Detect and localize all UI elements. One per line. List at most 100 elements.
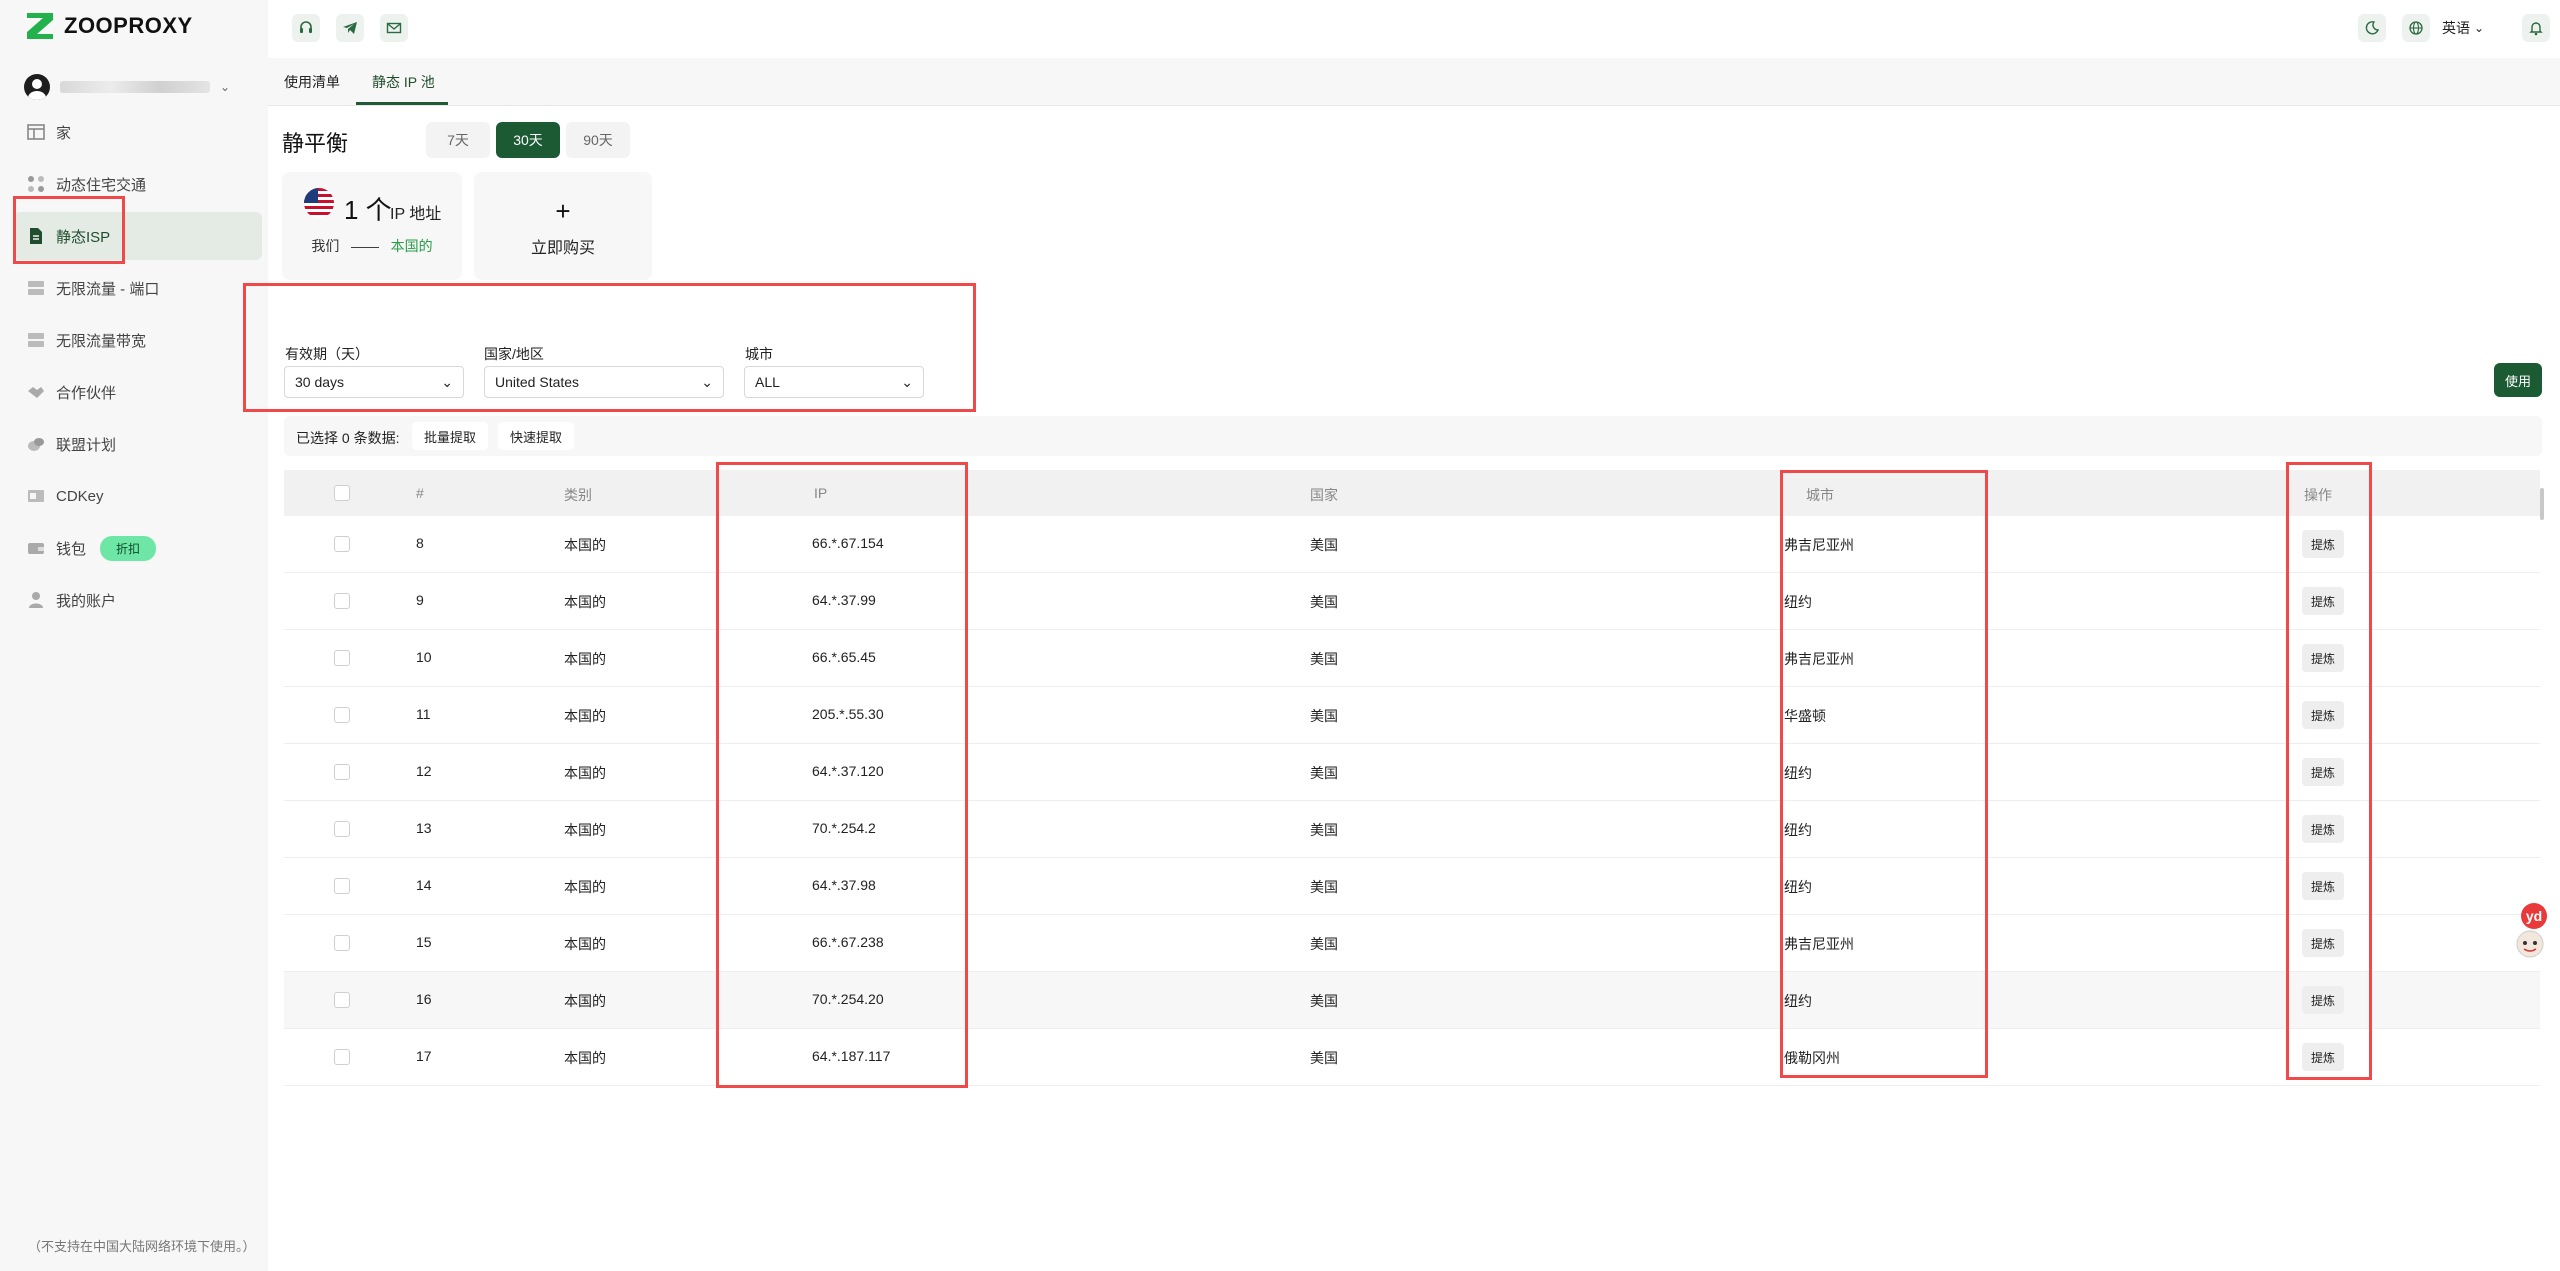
- row-type: 本国的: [564, 822, 606, 838]
- row-number: 12: [416, 763, 432, 779]
- row-country: 美国: [1310, 651, 1338, 667]
- sidebar-item-unlimited-port[interactable]: 无限流量 - 端口: [14, 264, 262, 312]
- language-icon-button[interactable]: [2402, 14, 2430, 42]
- row-country: 美国: [1310, 765, 1338, 781]
- logo[interactable]: ZOOPROXY: [24, 10, 193, 42]
- period-30-days-button[interactable]: 30天: [496, 122, 560, 158]
- sidebar-item-label: 家: [56, 124, 72, 142]
- sidebar-item-affiliate[interactable]: 联盟计划: [14, 420, 262, 468]
- ip-unit: IP 地址: [390, 206, 442, 223]
- row-checkbox[interactable]: [334, 935, 350, 951]
- active-tab-indicator: [356, 102, 448, 105]
- theme-toggle-button[interactable]: [2358, 14, 2386, 42]
- quick-extract-button[interactable]: 快速提取: [498, 422, 575, 450]
- handshake-icon: [26, 382, 46, 402]
- us-flag-icon: [304, 188, 334, 218]
- table-row[interactable]: 11 本国的 205.*.55.30 美国 华盛顿 提炼: [284, 687, 2540, 744]
- buy-now-card[interactable]: + 立即购买: [474, 172, 652, 280]
- table-row[interactable]: 12 本国的 64.*.37.120 美国 纽约 提炼: [284, 744, 2540, 801]
- sidebar-item-wallet[interactable]: 钱包 折扣: [14, 524, 262, 572]
- batch-extract-button[interactable]: 批量提取: [412, 422, 489, 450]
- assistant-mascot-icon[interactable]: yd: [2510, 902, 2550, 960]
- validity-select[interactable]: 30 days ⌄: [284, 366, 464, 398]
- row-type: 本国的: [564, 1050, 606, 1066]
- row-country: 美国: [1310, 822, 1338, 838]
- notifications-button[interactable]: [2522, 14, 2550, 42]
- user-name-redacted: [60, 81, 210, 93]
- row-checkbox[interactable]: [334, 992, 350, 1008]
- city-select[interactable]: ALL ⌄: [744, 366, 924, 398]
- country-value: United States: [495, 374, 580, 390]
- tab-usage-list[interactable]: 使用清单: [284, 72, 340, 92]
- table-row[interactable]: 9 本国的 64.*.37.99 美国 纽约 提炼: [284, 573, 2540, 630]
- table-row[interactable]: 10 本国的 66.*.65.45 美国 弗吉尼亚州 提炼: [284, 630, 2540, 687]
- language-selector[interactable]: 英语 ⌄: [2442, 18, 2484, 38]
- row-country: 美国: [1310, 879, 1338, 895]
- sidebar-item-cdkey[interactable]: CDKey: [14, 472, 262, 520]
- select-all-checkbox[interactable]: [334, 485, 350, 501]
- tab-static-ip-pool[interactable]: 静态 IP 池: [372, 72, 435, 92]
- table-row[interactable]: 8 本国的 66.*.67.154 美国 弗吉尼亚州 提炼: [284, 516, 2540, 573]
- bell-icon: [2529, 22, 2543, 36]
- language-label: 英语: [2442, 20, 2470, 36]
- sidebar-item-label: 联盟计划: [56, 436, 117, 454]
- row-checkbox[interactable]: [334, 650, 350, 666]
- coins-icon: [26, 434, 46, 454]
- row-checkbox[interactable]: [334, 764, 350, 780]
- support-button[interactable]: [292, 14, 320, 42]
- nodes-icon: [26, 174, 46, 194]
- sidebar-item-partners[interactable]: 合作伙伴: [14, 368, 262, 416]
- table-row[interactable]: 13 本国的 70.*.254.2 美国 纽约 提炼: [284, 801, 2540, 858]
- sidebar-item-label: 合作伙伴: [56, 384, 117, 402]
- period-90-days-button[interactable]: 90天: [566, 122, 630, 158]
- row-checkbox[interactable]: [334, 707, 350, 723]
- use-button[interactable]: 使用: [2494, 363, 2542, 397]
- scrollbar[interactable]: [2540, 488, 2544, 520]
- brand-name: ZOOPROXY: [64, 13, 193, 38]
- tab-bar: 使用清单 静态 IP 池: [268, 58, 2560, 106]
- period-7-days-button[interactable]: 7天: [426, 122, 490, 158]
- topbar: 英语 ⌄: [268, 0, 2560, 56]
- validity-value: 30 days: [295, 374, 345, 390]
- zooproxy-logo-icon: [27, 13, 53, 39]
- table-row[interactable]: 14 本国的 64.*.37.98 美国 纽约 提炼: [284, 858, 2540, 915]
- row-checkbox[interactable]: [334, 1049, 350, 1065]
- sidebar-item-unlimited-bandwidth[interactable]: 无限流量带宽: [14, 316, 262, 364]
- validity-label: 有效期（天）: [285, 346, 369, 362]
- sidebar-item-label: 无限流量带宽: [56, 332, 147, 350]
- row-checkbox[interactable]: [334, 821, 350, 837]
- row-number: 17: [416, 1048, 432, 1064]
- row-checkbox[interactable]: [334, 878, 350, 894]
- plus-icon: +: [555, 196, 571, 226]
- region-notice: （不支持在中国大陆网络环境下使用。）: [28, 1239, 256, 1254]
- row-checkbox[interactable]: [334, 536, 350, 552]
- table-row[interactable]: 17 本国的 64.*.187.117 美国 俄勒冈州 提炼: [284, 1029, 2540, 1086]
- chevron-down-icon: ⌄: [2474, 21, 2485, 35]
- table-row[interactable]: 15 本国的 66.*.67.238 美国 弗吉尼亚州 提炼: [284, 915, 2540, 972]
- sidebar-item-label: 我的账户: [56, 592, 117, 610]
- ip-count: 1 个: [344, 195, 392, 225]
- user-menu[interactable]: ⌄: [24, 74, 230, 100]
- globe-icon: [2409, 21, 2423, 35]
- row-type: 本国的: [564, 537, 606, 553]
- highlight-box: [716, 462, 968, 1088]
- sidebar-item-home[interactable]: 家: [14, 108, 262, 156]
- col-type: 类别: [564, 487, 592, 503]
- ip-type-label: 本国的: [390, 238, 433, 254]
- discount-badge: 折扣: [100, 535, 157, 561]
- selection-bar: 已选择 0 条数据: 批量提取 快速提取: [284, 416, 2542, 456]
- country-select[interactable]: United States ⌄: [484, 366, 724, 398]
- row-number: 9: [416, 592, 424, 608]
- sidebar-item-label: CDKey: [56, 487, 104, 505]
- sidebar-item-my-account[interactable]: 我的账户: [14, 576, 262, 624]
- table-row[interactable]: 16 本国的 70.*.254.20 美国 纽约 提炼: [284, 972, 2540, 1029]
- row-type: 本国的: [564, 708, 606, 724]
- selected-count: 已选择 0 条数据:: [296, 430, 400, 446]
- email-button[interactable]: [380, 14, 408, 42]
- telegram-button[interactable]: [336, 14, 364, 42]
- layout-icon: [26, 122, 46, 142]
- sidebar-nav: 家 动态住宅交通 静态ISP 无限流量 - 端口 无限流量带宽 合作伙伴 联盟计…: [14, 108, 262, 628]
- row-checkbox[interactable]: [334, 593, 350, 609]
- city-label: 城市: [745, 346, 773, 362]
- row-number: 16: [416, 991, 432, 1007]
